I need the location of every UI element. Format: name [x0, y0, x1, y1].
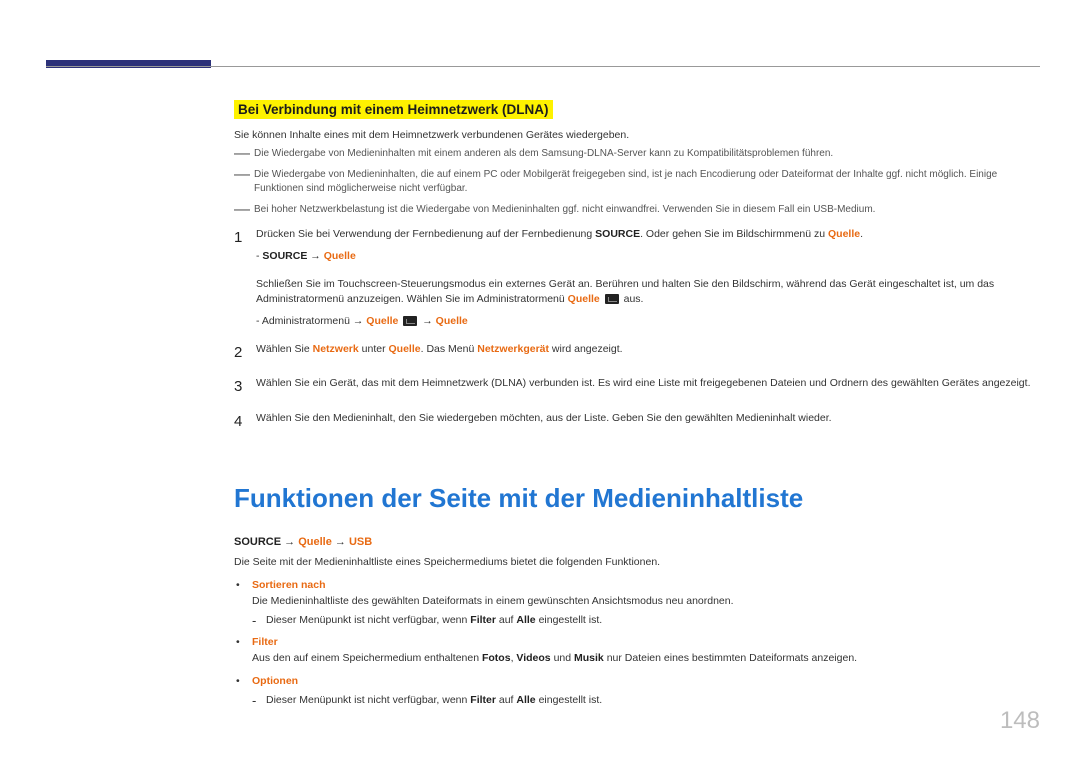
- breadcrumb-path: SOURCE → Quelle → USB: [234, 536, 1040, 548]
- step-1-para2: Schließen Sie im Touchscreen-Steuerungsm…: [256, 277, 1040, 309]
- note-1: ― Die Wiedergabe von Medieninhalten mit …: [234, 147, 1040, 162]
- text: aus.: [621, 293, 644, 305]
- source-label: SOURCE: [595, 228, 640, 240]
- section-desc: Die Seite mit der Medieninhaltliste eine…: [234, 556, 1040, 568]
- options-note: - Dieser Menüpunkt ist nicht verfügbar, …: [252, 694, 1040, 707]
- quelle-label: Quelle: [568, 293, 600, 305]
- netzwerkgeraet-label: Netzwerkgerät: [477, 343, 549, 355]
- t: Dieser Menüpunkt ist nicht verfügbar, we…: [266, 614, 470, 626]
- bullet-options: • Optionen: [234, 674, 1040, 690]
- arrow: →: [419, 315, 435, 327]
- t: und: [551, 652, 574, 664]
- bullet-body: Filter Aus den auf einem Speichermedium …: [252, 635, 1040, 667]
- dash-icon: ―: [234, 147, 250, 162]
- t: . Das Menü: [421, 343, 478, 355]
- note-2: ― Die Wiedergabe von Medieninhalten, die…: [234, 168, 1040, 197]
- note-text: Die Wiedergabe von Medieninhalten, die a…: [254, 168, 1040, 197]
- quelle-label: Quelle: [324, 250, 356, 262]
- sort-desc: Die Medieninhaltliste des gewählten Date…: [252, 595, 734, 607]
- page-number: 148: [1000, 707, 1040, 735]
- text: - Administratormenü →: [256, 315, 366, 327]
- source-label: SOURCE: [262, 250, 307, 262]
- quelle-label: Quelle: [366, 315, 398, 327]
- sort-note: - Dieser Menüpunkt ist nicht verfügbar, …: [252, 614, 1040, 627]
- filter-label: Filter: [470, 694, 496, 706]
- dash-icon: ―: [234, 168, 250, 197]
- text: Drücken Sie bei Verwendung der Fernbedie…: [256, 228, 595, 240]
- arrow: →: [332, 536, 349, 548]
- filter-title: Filter: [252, 636, 278, 648]
- t: wird angezeigt.: [549, 343, 623, 355]
- step-2: 2 Wählen Sie Netzwerk unter Quelle. Das …: [234, 342, 1040, 365]
- dash-icon: -: [252, 614, 266, 627]
- source-label: SOURCE: [234, 536, 281, 548]
- source-icon: [605, 294, 619, 304]
- step-body: Wählen Sie ein Gerät, das mit dem Heimne…: [256, 376, 1040, 399]
- alle-label: Alle: [516, 694, 535, 706]
- step-number: 3: [234, 376, 256, 399]
- quelle-label: Quelle: [389, 343, 421, 355]
- bullet-sort: • Sortieren nach Die Medieninhaltliste d…: [234, 578, 1040, 610]
- step-number: 4: [234, 411, 256, 434]
- bullet-icon: •: [234, 635, 252, 667]
- arrow: →: [307, 250, 323, 262]
- musik-label: Musik: [574, 652, 604, 664]
- t: unter: [359, 343, 389, 355]
- bullet-body: Sortieren nach Die Medieninhaltliste des…: [252, 578, 1040, 610]
- source-icon: [403, 316, 417, 326]
- section-heading-functions: Funktionen der Seite mit der Medieninhal…: [234, 483, 1040, 514]
- t: auf: [496, 694, 516, 706]
- note-3: ― Bei hoher Netzwerkbelastung ist die Wi…: [234, 203, 1040, 218]
- dash-icon: -: [252, 694, 266, 707]
- quelle-label: Quelle: [436, 315, 468, 327]
- t: nur Dateien eines bestimmten Dateiformat…: [604, 652, 857, 664]
- bullet-icon: •: [234, 674, 252, 690]
- sort-title: Sortieren nach: [252, 579, 326, 591]
- breadcrumb-2: - Administratormenü → Quelle → Quelle: [256, 314, 1040, 330]
- breadcrumb-1: - SOURCE → Quelle: [256, 249, 1040, 265]
- note-text: Die Wiedergabe von Medieninhalten mit ei…: [254, 147, 833, 162]
- t: eingestellt ist.: [536, 614, 603, 626]
- step-number: 2: [234, 342, 256, 365]
- steps-list: 1 Drücken Sie bei Verwendung der Fernbed…: [234, 227, 1040, 433]
- arrow: →: [281, 536, 298, 548]
- note-text: Dieser Menüpunkt ist nicht verfügbar, we…: [266, 614, 602, 627]
- alle-label: Alle: [516, 614, 535, 626]
- text: .: [860, 228, 863, 240]
- t: Wählen Sie: [256, 343, 313, 355]
- step-3: 3 Wählen Sie ein Gerät, das mit dem Heim…: [234, 376, 1040, 399]
- t: auf: [496, 614, 516, 626]
- text: . Oder gehen Sie im Bildschirmmenü zu: [640, 228, 828, 240]
- videos-label: Videos: [516, 652, 550, 664]
- section-heading-dlna: Bei Verbindung mit einem Heimnetzwerk (D…: [234, 100, 553, 119]
- quelle-label: Quelle: [298, 536, 332, 548]
- step-body: Drücken Sie bei Verwendung der Fernbedie…: [256, 227, 1040, 330]
- page-content: Bei Verbindung mit einem Heimnetzwerk (D…: [234, 100, 1040, 707]
- bullet-icon: •: [234, 578, 252, 610]
- t: Dieser Menüpunkt ist nicht verfügbar, we…: [266, 694, 470, 706]
- t: Aus den auf einem Speichermedium enthalt…: [252, 652, 482, 664]
- options-title: Optionen: [252, 675, 298, 687]
- step-number: 1: [234, 227, 256, 330]
- note-text: Dieser Menüpunkt ist nicht verfügbar, we…: [266, 694, 602, 707]
- note-text: Bei hoher Netzwerkbelastung ist die Wied…: [254, 203, 875, 218]
- header-divider: [46, 66, 1040, 67]
- dash-icon: ―: [234, 203, 250, 218]
- usb-label: USB: [349, 536, 372, 548]
- fotos-label: Fotos: [482, 652, 511, 664]
- quelle-label: Quelle: [828, 228, 860, 240]
- netzwerk-label: Netzwerk: [313, 343, 359, 355]
- step-1: 1 Drücken Sie bei Verwendung der Fernbed…: [234, 227, 1040, 330]
- step-body: Wählen Sie Netzwerk unter Quelle. Das Me…: [256, 342, 1040, 365]
- intro-text: Sie können Inhalte eines mit dem Heimnet…: [234, 129, 1040, 141]
- bullet-filter: • Filter Aus den auf einem Speichermediu…: [234, 635, 1040, 667]
- t: eingestellt ist.: [536, 694, 603, 706]
- filter-label: Filter: [470, 614, 496, 626]
- step-body: Wählen Sie den Medieninhalt, den Sie wie…: [256, 411, 1040, 434]
- bullet-body: Optionen: [252, 674, 1040, 690]
- step-4: 4 Wählen Sie den Medieninhalt, den Sie w…: [234, 411, 1040, 434]
